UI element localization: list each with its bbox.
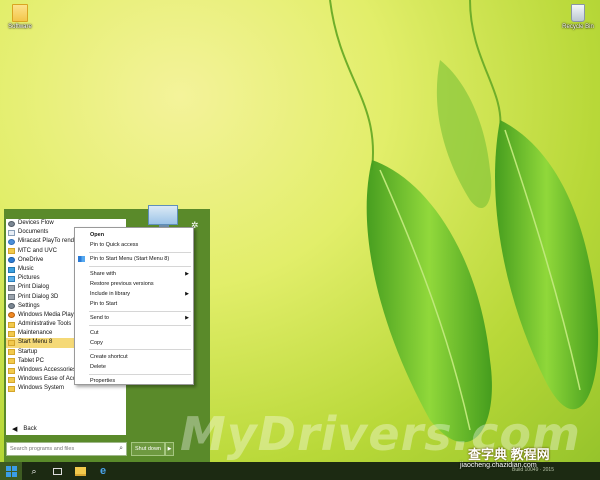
context-menu-item[interactable]: Cut <box>75 328 193 338</box>
folder-icon <box>8 367 15 374</box>
chazidian-watermark-url: jiaocheng.chazidian.com <box>460 462 537 469</box>
user-account-picture[interactable] <box>148 205 178 231</box>
folder-icon <box>12 4 28 22</box>
context-menu-item[interactable]: Delete <box>75 362 193 372</box>
context-menu-item-label: Cut <box>90 329 99 336</box>
desktop-folder-label: Software <box>8 24 32 30</box>
search-icon: ⌕ <box>119 445 123 452</box>
context-menu-item[interactable]: Properties <box>75 376 193 386</box>
back-arrow-icon: ◀ <box>12 426 18 433</box>
start-menu-item-label: Windows Media Player <box>18 311 80 318</box>
start-menu-item-label: Startup <box>18 348 38 355</box>
task-view-icon <box>52 467 62 475</box>
settings-icon <box>8 303 15 310</box>
start-menu-item-label: Administrative Tools <box>18 321 72 328</box>
document-icon <box>8 229 15 236</box>
media-player-icon <box>8 312 15 319</box>
context-menu: Open Pin to Quick access Pin to Start Menu… <box>74 227 194 385</box>
context-menu-item[interactable]: Share with ▶ <box>75 269 193 279</box>
start-menu-item-label: Print Dialog 3D <box>18 293 59 300</box>
search-programs-input[interactable] <box>10 446 115 452</box>
taskbar-search-icon[interactable]: ⌕ <box>23 462 45 480</box>
search-programs-box[interactable]: ⌕ <box>6 442 127 456</box>
recycle-bin-icon <box>571 4 585 22</box>
cloud-icon <box>8 257 15 264</box>
context-menu-item[interactable]: Send to ▶ <box>75 313 193 323</box>
start-menu-item-label: Devices Flow <box>18 220 54 226</box>
file-explorer-icon <box>74 466 86 476</box>
context-menu-item-label: Pin to Start Menu (Start Menu 8) <box>90 256 170 263</box>
start-menu-item-label: Music <box>18 265 34 272</box>
context-menu-item-label: Pin to Start <box>90 301 118 308</box>
context-menu-item[interactable]: Include in library ▶ <box>75 289 193 299</box>
start-menu-pin-icon <box>78 256 85 263</box>
start-button[interactable] <box>0 462 22 480</box>
chazidian-watermark: 查字典 教程网 <box>468 447 550 462</box>
printer-icon <box>8 294 15 301</box>
context-menu-separator <box>89 325 191 326</box>
context-menu-item[interactable]: Restore previous versions <box>75 279 193 289</box>
folder-icon <box>8 376 15 383</box>
start-menu-item-label: MTC and UVC <box>18 247 58 254</box>
internet-explorer-icon[interactable]: e <box>92 462 114 480</box>
context-menu-item[interactable]: Pin to Start Menu (Start Menu 8) <box>75 254 193 264</box>
desktop-folder-shortcut[interactable]: Software <box>0 4 40 30</box>
back-button[interactable]: ◀ Back <box>6 423 126 435</box>
windows-logo-icon <box>5 465 17 477</box>
shutdown-button[interactable]: Shut down <box>131 442 165 456</box>
start-menu-item-label: Print Dialog <box>18 284 50 291</box>
folder-icon <box>8 349 15 356</box>
start-menu-item-label: Pictures <box>18 275 40 282</box>
task-view-button[interactable] <box>46 462 68 480</box>
submenu-arrow-icon: ▶ <box>185 270 189 277</box>
start-menu-item-label: Maintenance <box>18 330 53 337</box>
start-menu-item-label: Documents <box>18 229 49 236</box>
folder-icon <box>8 385 15 392</box>
context-menu-item-label: Delete <box>90 364 106 371</box>
context-menu-item-label: Include in library <box>90 290 131 297</box>
folder-icon <box>8 358 15 365</box>
folder-icon <box>8 248 15 255</box>
start-menu-item-label: Windows System <box>18 385 65 392</box>
context-menu-separator <box>89 310 191 312</box>
context-menu-item[interactable]: Create shortcut <box>75 352 193 362</box>
context-menu-item[interactable]: Open <box>75 230 193 240</box>
folder-icon <box>8 330 15 337</box>
file-explorer-button[interactable] <box>69 462 91 480</box>
context-menu-item[interactable]: Pin to Start <box>75 299 193 309</box>
start-menu-item-label: Start Menu 8 <box>18 339 53 346</box>
context-menu-separator <box>89 349 191 351</box>
cast-icon <box>8 238 15 245</box>
picture-icon <box>8 275 15 282</box>
submenu-arrow-icon: ▶ <box>185 315 189 322</box>
submenu-arrow-icon: ▶ <box>185 290 189 297</box>
printer-icon <box>8 284 15 291</box>
folder-icon <box>8 340 15 347</box>
desktop-recycle-bin[interactable]: Recycle Bin <box>558 4 598 30</box>
gear-icon <box>8 220 15 227</box>
start-menu-item-label: OneDrive <box>18 256 44 263</box>
context-menu-item-label: Send to <box>90 315 109 322</box>
context-menu-item-label: Copy <box>90 339 103 346</box>
start-menu-item-label: Windows Accessories <box>18 367 77 373</box>
recycle-bin-label: Recycle Bin <box>562 24 594 30</box>
context-menu-separator <box>89 251 191 253</box>
back-label: Back <box>23 426 37 432</box>
context-menu-item-label: Pin to Quick access <box>90 242 139 249</box>
context-menu-item-label: Properties <box>90 378 116 385</box>
start-menu-item-label: Miracast PlayTo render <box>18 238 80 245</box>
context-menu-separator <box>89 266 191 268</box>
context-menu-item-label: Open <box>90 232 105 238</box>
shutdown-options-arrow[interactable]: ▶ <box>165 442 174 456</box>
context-menu-item-label: Restore previous versions <box>90 280 154 287</box>
context-menu-item-label: Create shortcut <box>90 353 128 360</box>
start-menu-item-label: Settings <box>18 302 40 309</box>
context-menu-item-label: Share with <box>90 270 116 277</box>
music-icon <box>8 266 15 273</box>
context-menu-separator <box>89 373 191 375</box>
folder-icon <box>8 321 15 328</box>
start-menu-item-label: Tablet PC <box>18 357 45 364</box>
context-menu-item[interactable]: Copy <box>75 338 193 348</box>
context-menu-item[interactable]: Pin to Quick access <box>75 240 193 250</box>
